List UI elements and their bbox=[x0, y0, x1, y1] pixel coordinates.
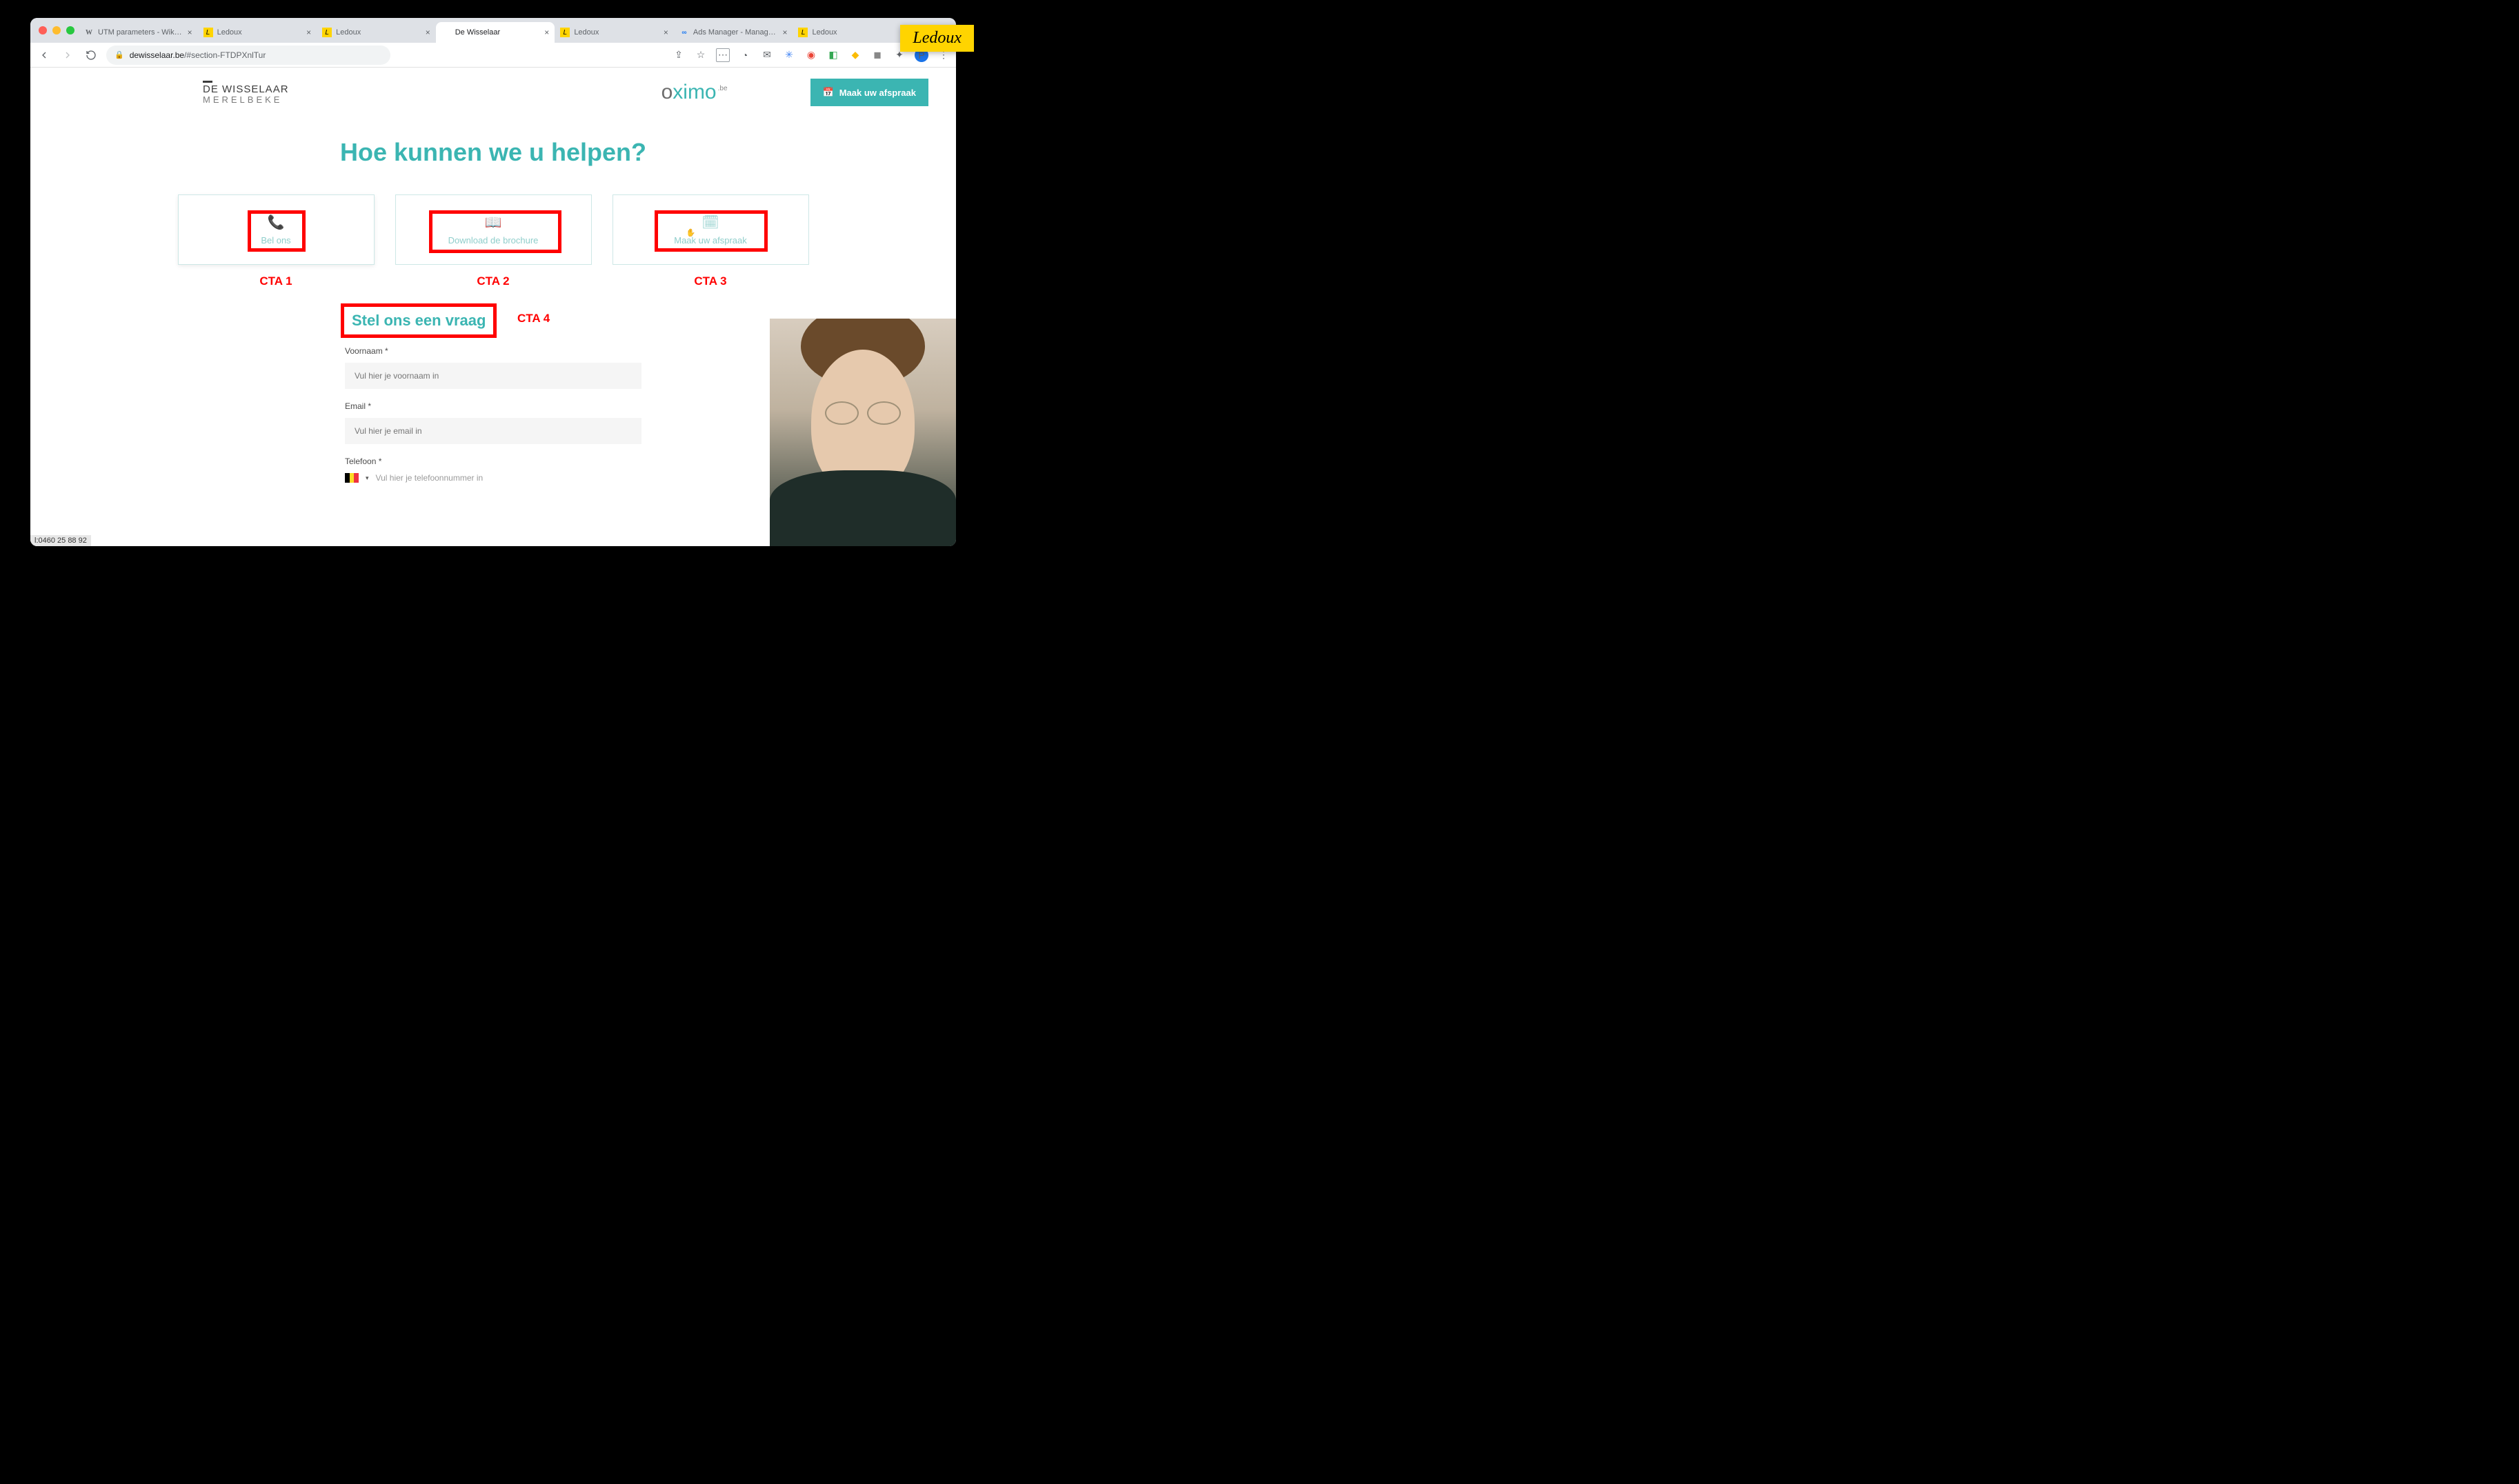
headline: Hoe kunnen we u helpen? bbox=[30, 138, 956, 167]
extension-icon[interactable]: ◔ bbox=[738, 48, 752, 62]
maximize-window-icon[interactable] bbox=[66, 26, 74, 34]
tab-strip: W UTM parameters - Wikipe × L Ledoux × L… bbox=[30, 18, 956, 43]
reload-button[interactable] bbox=[83, 47, 99, 63]
forward-button[interactable] bbox=[59, 47, 76, 63]
firstname-input[interactable] bbox=[345, 363, 641, 389]
site-header: DE WISSELAAR MERELBEKE oximo.be 📅 Maak u… bbox=[30, 68, 956, 117]
tab-title: De Wisselaar bbox=[455, 28, 541, 37]
ledoux-favicon-icon: L bbox=[560, 28, 570, 37]
extension-icon[interactable]: ✉ bbox=[760, 48, 774, 62]
close-tab-icon[interactable]: × bbox=[426, 28, 430, 37]
tab-title: Ledoux bbox=[336, 28, 421, 37]
close-tab-icon[interactable]: × bbox=[544, 28, 549, 37]
ledoux-watermark-badge: Ledoux bbox=[900, 25, 974, 52]
phone-label: Telefoon * bbox=[345, 457, 641, 466]
window-controls[interactable] bbox=[36, 26, 79, 34]
form-title-wrap: Stel ons een vraag bbox=[345, 308, 492, 334]
ledoux-favicon-icon: L bbox=[203, 28, 213, 37]
email-label: Email * bbox=[345, 401, 641, 411]
tab-title: Ads Manager - Manage a bbox=[693, 28, 779, 37]
annotation-cta1: CTA 1 bbox=[178, 274, 375, 288]
annotation-box bbox=[341, 303, 497, 338]
close-tab-icon[interactable]: × bbox=[188, 28, 192, 37]
tab-title: Ledoux bbox=[574, 28, 659, 37]
firstname-label: Voornaam * bbox=[345, 346, 641, 356]
header-cta-label: Maak uw afspraak bbox=[839, 88, 916, 98]
country-flag-belgium-icon[interactable] bbox=[345, 473, 359, 483]
close-window-icon[interactable] bbox=[39, 26, 47, 34]
address-bar[interactable]: 🔒 dewisselaar.be/#section-FTDPXnlTur bbox=[106, 46, 390, 65]
extension-icon[interactable]: ◆ bbox=[848, 48, 862, 62]
annotation-box bbox=[429, 210, 561, 253]
tab-ads-manager[interactable]: ∞ Ads Manager - Manage a × bbox=[674, 22, 793, 43]
site-logo[interactable]: DE WISSELAAR MERELBEKE bbox=[203, 81, 289, 104]
annotation-box bbox=[655, 210, 768, 252]
tab-ledoux-2[interactable]: L Ledoux × bbox=[317, 22, 436, 43]
tab-title: Ledoux bbox=[812, 28, 897, 37]
annotation-cta2: CTA 2 bbox=[395, 274, 592, 288]
url-text: dewisselaar.be/#section-FTDPXnlTur bbox=[130, 50, 266, 60]
close-tab-icon[interactable]: × bbox=[306, 28, 311, 37]
browser-toolbar: 🔒 dewisselaar.be/#section-FTDPXnlTur ⇪ ☆… bbox=[30, 43, 956, 68]
phone-placeholder[interactable]: Vul hier je telefoonnummer in bbox=[376, 473, 484, 483]
tabs-container: W UTM parameters - Wikipe × L Ledoux × L… bbox=[79, 18, 912, 43]
chevron-down-icon[interactable]: ▾ bbox=[366, 474, 369, 482]
firstname-field: Voornaam * bbox=[345, 346, 641, 389]
page-favicon-icon bbox=[441, 28, 451, 37]
bookmark-star-icon[interactable]: ☆ bbox=[694, 48, 708, 62]
extension-icon[interactable]: ⋯ bbox=[716, 48, 730, 62]
tab-title: UTM parameters - Wikipe bbox=[98, 28, 183, 37]
wikipedia-favicon-icon: W bbox=[84, 28, 94, 37]
browser-window: W UTM parameters - Wikipe × L Ledoux × L… bbox=[30, 18, 956, 546]
header-appointment-button[interactable]: 📅 Maak uw afspraak bbox=[810, 79, 928, 106]
tab-de-wisselaar[interactable]: De Wisselaar × bbox=[436, 22, 555, 43]
cta-card-call[interactable]: 📞 Bel ons bbox=[178, 194, 375, 265]
back-button[interactable] bbox=[36, 47, 52, 63]
lock-icon: 🔒 bbox=[114, 50, 124, 59]
extension-icon[interactable]: ◼ bbox=[870, 48, 884, 62]
annotation-box bbox=[248, 210, 306, 252]
ledoux-favicon-icon: L bbox=[798, 28, 808, 37]
brand-line1: DE WISSELAAR bbox=[203, 84, 289, 95]
extension-icon[interactable]: ✳ bbox=[782, 48, 796, 62]
partner-logo-oximo[interactable]: oximo.be bbox=[661, 81, 728, 104]
ledoux-favicon-icon: L bbox=[322, 28, 332, 37]
extension-icon[interactable]: ◉ bbox=[804, 48, 818, 62]
email-field: Email * bbox=[345, 401, 641, 444]
tab-ledoux-3[interactable]: L Ledoux × bbox=[555, 22, 674, 43]
close-tab-icon[interactable]: × bbox=[664, 28, 668, 37]
tab-ledoux-4[interactable]: L Ledoux × bbox=[793, 22, 912, 43]
cta-card-appointment[interactable]: 🗓 Maak uw afspraak ✋ bbox=[613, 194, 809, 265]
annotation-cta3: CTA 3 bbox=[613, 274, 809, 288]
extension-icon[interactable]: ◧ bbox=[826, 48, 840, 62]
meta-favicon-icon: ∞ bbox=[679, 28, 689, 37]
tab-ledoux-1[interactable]: L Ledoux × bbox=[198, 22, 317, 43]
page-viewport: DE WISSELAAR MERELBEKE oximo.be 📅 Maak u… bbox=[30, 68, 956, 546]
calendar-icon: 📅 bbox=[823, 87, 834, 98]
share-icon[interactable]: ⇪ bbox=[672, 48, 686, 62]
status-bar-link-preview: l:0460 25 88 92 bbox=[30, 535, 91, 546]
annotation-labels-row: CTA 1 CTA 2 CTA 3 bbox=[30, 274, 956, 288]
presenter-webcam-overlay bbox=[770, 319, 956, 546]
cta-card-row: 📞 Bel ons 📖 Download de brochure 🗓 Maak … bbox=[30, 194, 956, 265]
brand-line2: MERELBEKE bbox=[203, 95, 289, 105]
tab-title: Ledoux bbox=[217, 28, 303, 37]
email-input[interactable] bbox=[345, 418, 641, 444]
annotation-cta4: CTA 4 bbox=[517, 312, 550, 325]
phone-field: Telefoon * ▾ Vul hier je telefoonnummer … bbox=[345, 457, 641, 483]
minimize-window-icon[interactable] bbox=[52, 26, 61, 34]
contact-form: Stel ons een vraag CTA 4 Voornaam * Emai… bbox=[345, 308, 641, 483]
cta-card-brochure[interactable]: 📖 Download de brochure bbox=[395, 194, 592, 265]
tab-utm-wikipedia[interactable]: W UTM parameters - Wikipe × bbox=[79, 22, 198, 43]
close-tab-icon[interactable]: × bbox=[782, 28, 787, 37]
